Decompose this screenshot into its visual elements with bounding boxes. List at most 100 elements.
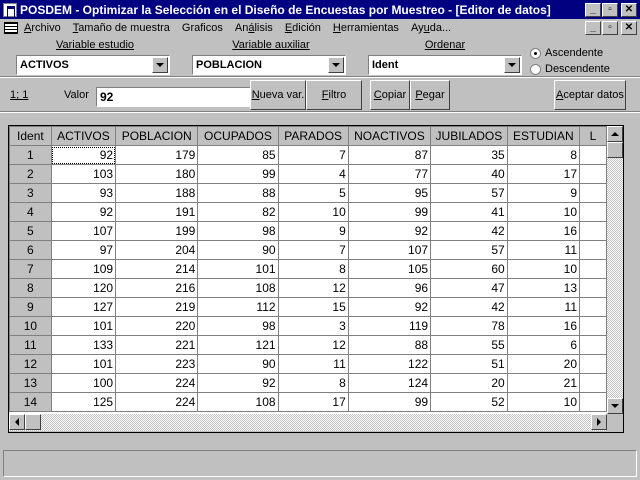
table-cell[interactable]: 92: [347, 221, 432, 241]
table-cell[interactable]: 7: [277, 240, 349, 260]
menu-graficos[interactable]: Graficos: [182, 22, 223, 34]
table-cell[interactable]: 99: [347, 392, 432, 412]
table-cell[interactable]: 107: [347, 240, 432, 260]
table-cell[interactable]: [579, 240, 607, 260]
menu-ayuda[interactable]: Ayuda...: [411, 22, 451, 34]
table-cell[interactable]: 107: [50, 221, 117, 241]
row-header-cell[interactable]: 10: [9, 316, 52, 336]
row-header-cell[interactable]: 1: [9, 145, 52, 165]
table-cell[interactable]: 100: [50, 373, 117, 393]
column-header[interactable]: L: [579, 126, 607, 146]
table-cell[interactable]: 42: [430, 221, 508, 241]
chevron-down-icon[interactable]: [328, 57, 344, 73]
table-cell[interactable]: [579, 392, 607, 412]
column-header[interactable]: POBLACION: [115, 126, 199, 146]
table-cell[interactable]: 103: [50, 164, 117, 184]
table-cell[interactable]: 220: [115, 316, 199, 336]
table-cell[interactable]: 95: [347, 183, 432, 203]
table-cell[interactable]: 10: [277, 202, 349, 222]
table-cell[interactable]: 11: [506, 297, 581, 317]
table-cell[interactable]: 3: [277, 316, 349, 336]
table-cell[interactable]: 101: [197, 259, 279, 279]
table-cell[interactable]: [579, 202, 607, 222]
row-header-cell[interactable]: 2: [9, 164, 52, 184]
table-cell[interactable]: 223: [115, 354, 199, 374]
table-cell[interactable]: 12: [277, 335, 349, 355]
table-cell[interactable]: 204: [115, 240, 199, 260]
table-cell[interactable]: 15: [277, 297, 349, 317]
table-cell[interactable]: [579, 259, 607, 279]
table-cell[interactable]: 98: [197, 316, 279, 336]
close-button[interactable]: ✕: [621, 2, 637, 17]
table-cell[interactable]: 99: [197, 164, 279, 184]
row-header-cell[interactable]: 6: [9, 240, 52, 260]
radio-ascendente[interactable]: Ascendente: [530, 47, 603, 59]
table-cell[interactable]: 6: [506, 335, 581, 355]
table-cell[interactable]: 221: [115, 335, 199, 355]
radio-checked-icon[interactable]: [530, 47, 541, 59]
minimize-button[interactable]: _: [585, 2, 601, 17]
scroll-up-icon[interactable]: [607, 126, 623, 142]
grid-viewport[interactable]: Ident ACTIVOS POBLACION OCUPADOS PARADOS NOAC…: [9, 126, 607, 414]
table-cell[interactable]: 57: [430, 183, 508, 203]
column-header[interactable]: Ident: [9, 126, 52, 146]
aceptar-datos-button[interactable]: Aceptar datos: [554, 80, 626, 110]
table-cell[interactable]: 219: [115, 297, 199, 317]
row-header-cell[interactable]: 13: [9, 373, 52, 393]
table-cell[interactable]: 101: [50, 316, 117, 336]
menu-analisis[interactable]: Análisis: [235, 22, 273, 34]
table-cell[interactable]: [579, 183, 607, 203]
valor-input[interactable]: 92: [96, 87, 254, 107]
table-cell[interactable]: 60: [430, 259, 508, 279]
table-cell[interactable]: 10: [506, 392, 581, 412]
radio-unchecked-icon[interactable]: [530, 63, 541, 75]
table-cell[interactable]: 179: [115, 145, 199, 165]
row-header-cell[interactable]: 8: [9, 278, 52, 298]
column-header[interactable]: ESTUDIAN: [506, 126, 581, 146]
table-cell[interactable]: [579, 354, 607, 374]
table-cell[interactable]: 93: [50, 183, 117, 203]
table-cell[interactable]: 90: [197, 354, 279, 374]
table-cell[interactable]: 101: [50, 354, 117, 374]
table-cell[interactable]: 11: [506, 240, 581, 260]
chevron-down-icon[interactable]: [504, 57, 520, 73]
table-cell[interactable]: 10: [506, 259, 581, 279]
document-icon[interactable]: [4, 22, 18, 34]
table-cell[interactable]: 17: [506, 164, 581, 184]
table-cell[interactable]: 98: [197, 221, 279, 241]
row-header-cell[interactable]: 14: [9, 392, 52, 412]
ordenar-select[interactable]: Ident: [368, 55, 522, 75]
table-cell[interactable]: 12: [277, 278, 349, 298]
table-cell[interactable]: 214: [115, 259, 199, 279]
table-cell[interactable]: [579, 221, 607, 241]
row-header-cell[interactable]: 4: [9, 202, 52, 222]
table-cell[interactable]: 99: [347, 202, 432, 222]
table-cell[interactable]: 188: [115, 183, 199, 203]
column-header[interactable]: NOACTIVOS: [347, 126, 432, 146]
copiar-button[interactable]: Copiar: [370, 80, 410, 110]
table-cell[interactable]: 92: [347, 297, 432, 317]
table-cell[interactable]: 8: [506, 145, 581, 165]
app-icon[interactable]: [3, 2, 17, 18]
row-header-cell[interactable]: 9: [9, 297, 52, 317]
table-cell[interactable]: 92: [50, 202, 117, 222]
table-cell[interactable]: 42: [430, 297, 508, 317]
table-cell[interactable]: 199: [115, 221, 199, 241]
doc-close-button[interactable]: ✕: [621, 21, 637, 35]
table-cell[interactable]: 105: [347, 259, 432, 279]
table-cell[interactable]: 16: [506, 221, 581, 241]
table-cell[interactable]: [579, 164, 607, 184]
menu-herramientas[interactable]: Herramientas: [333, 22, 399, 34]
table-cell[interactable]: 41: [430, 202, 508, 222]
table-cell[interactable]: 124: [347, 373, 432, 393]
table-cell[interactable]: 8: [277, 259, 349, 279]
column-header[interactable]: ACTIVOS: [50, 126, 117, 146]
table-cell[interactable]: 119: [347, 316, 432, 336]
row-header-cell[interactable]: 5: [9, 221, 52, 241]
table-cell[interactable]: 9: [277, 221, 349, 241]
column-header[interactable]: OCUPADOS: [197, 126, 279, 146]
table-cell[interactable]: 224: [115, 373, 199, 393]
maximize-button[interactable]: ▫: [602, 2, 618, 17]
horizontal-scroll-thumb[interactable]: [25, 414, 41, 430]
table-cell[interactable]: 4: [277, 164, 349, 184]
